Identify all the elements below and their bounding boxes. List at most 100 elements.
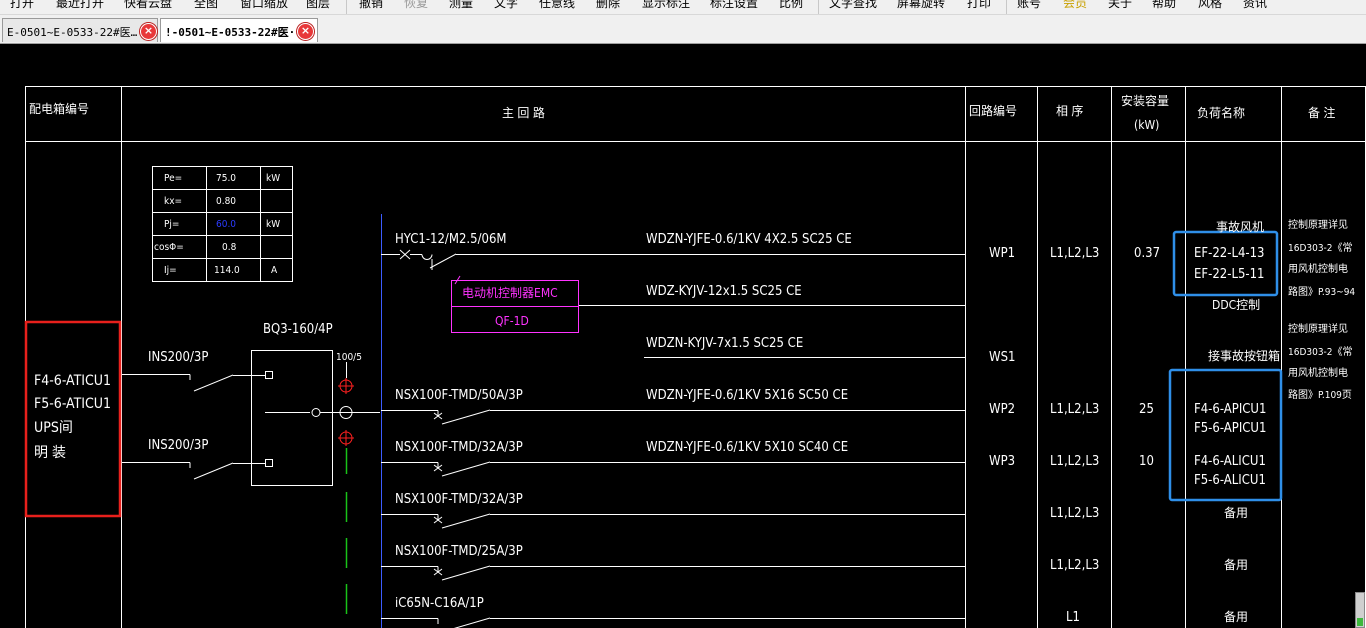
phase: L1,L2,L3 bbox=[1050, 402, 1100, 417]
phase: L1 bbox=[1066, 610, 1080, 625]
tab-drawing-1[interactable]: E-0501~E-0533-22#医… × bbox=[2, 18, 158, 42]
menu-item[interactable]: 快看云盘 bbox=[124, 0, 172, 11]
breaker-label: iC65N-C16A/1P bbox=[395, 596, 484, 611]
load-name: F4-6-ALICU1 bbox=[1194, 454, 1266, 469]
load-name: 备用 bbox=[1224, 506, 1249, 520]
tab-drawing-2[interactable]: !-0501~E-0533-22#医· × bbox=[160, 18, 318, 42]
param-label: Pe= bbox=[164, 173, 183, 184]
param-value: 0.80 bbox=[216, 196, 237, 207]
incoming-breaker-label: INS200/3P bbox=[148, 350, 209, 365]
phase: L1,L2,L3 bbox=[1050, 454, 1100, 469]
drawing-canvas[interactable]: 配电箱编号 主 回 路 回路编号 相 序 安装容量 (kW) 负荷名称 备 注 … bbox=[0, 44, 1366, 628]
header-phase: 相 序 bbox=[1056, 104, 1084, 118]
circuit-no: WP3 bbox=[989, 454, 1016, 469]
close-tab-icon[interactable]: × bbox=[297, 23, 314, 40]
phase: L1,L2,L3 bbox=[1050, 506, 1100, 521]
load-name: EF-22-L5-11 bbox=[1194, 267, 1265, 282]
load-name: 接事故按钮箱 bbox=[1208, 349, 1281, 363]
menu-item[interactable]: 关于 bbox=[1108, 0, 1132, 11]
ats-label: BQ3-160/4P bbox=[263, 322, 333, 337]
param-value: 75.0 bbox=[216, 173, 237, 184]
menu-item[interactable]: 资讯 bbox=[1243, 0, 1267, 11]
tab-bar: E-0501~E-0533-22#医… × !-0501~E-0533-22#医… bbox=[0, 15, 1366, 44]
load-name: 事故风机 bbox=[1216, 220, 1265, 234]
menu-item[interactable]: 打开 bbox=[10, 0, 34, 11]
menu-separator bbox=[818, 0, 819, 14]
ct-label: 100/5 bbox=[336, 352, 362, 363]
param-label: kx= bbox=[164, 196, 183, 207]
param-unit: kW bbox=[266, 173, 281, 184]
cable-spec: WDZN-YJFE-0.6/1KV 5X10 SC40 CE bbox=[646, 440, 849, 455]
menu-item[interactable]: 会员 bbox=[1063, 0, 1087, 11]
param-unit: A bbox=[271, 265, 278, 276]
cable-spec: WDZN-YJFE-0.6/1KV 4X2.5 SC25 CE bbox=[646, 232, 852, 247]
menu-item[interactable]: 打印 bbox=[967, 0, 991, 11]
breaker-label: NSX100F-TMD/25A/3P bbox=[395, 544, 523, 559]
header-panel-no: 配电箱编号 bbox=[29, 102, 90, 116]
incoming-breaker-label: INS200/3P bbox=[148, 438, 209, 453]
menu-separator bbox=[1006, 0, 1007, 14]
ats-box bbox=[251, 350, 333, 486]
menu-item[interactable]: 文字查找 bbox=[829, 0, 877, 11]
installed-power: 10 bbox=[1139, 454, 1154, 469]
cable-spec: WDZN-YJFE-0.6/1KV 5X16 SC50 CE bbox=[646, 388, 849, 403]
installed-power: 25 bbox=[1139, 402, 1154, 417]
menu-item[interactable]: 任意线 bbox=[539, 0, 575, 11]
param-label: Pj= bbox=[164, 219, 180, 230]
circuit-no: WP2 bbox=[989, 402, 1016, 417]
menu-item[interactable]: 删除 bbox=[596, 0, 620, 11]
breaker-label: NSX100F-TMD/32A/3P bbox=[395, 440, 523, 455]
menu-item[interactable]: 账号 bbox=[1017, 0, 1041, 11]
param-unit: kW bbox=[266, 219, 281, 230]
menu-item[interactable]: 显示标注 bbox=[642, 0, 690, 11]
phase: L1,L2,L3 bbox=[1050, 558, 1100, 573]
header-capacity-unit: (kW) bbox=[1134, 118, 1160, 132]
menu-item[interactable]: 比例 bbox=[779, 0, 803, 11]
menu-item[interactable]: 文字 bbox=[494, 0, 518, 11]
close-tab-icon[interactable]: × bbox=[140, 23, 157, 40]
menu-item[interactable]: 最近打开 bbox=[56, 0, 104, 11]
menu-item[interactable]: 帮助 bbox=[1152, 0, 1176, 11]
menu-item[interactable]: 图层 bbox=[306, 0, 330, 11]
load-name: 备用 bbox=[1224, 558, 1249, 572]
remark-line: 16D303-2《常 bbox=[1288, 243, 1353, 254]
load-name: F5-6-APICU1 bbox=[1194, 421, 1267, 436]
menu-item[interactable]: 恢复 bbox=[404, 0, 428, 11]
menu-separator bbox=[346, 0, 347, 14]
remark-line: 16D303-2《常 bbox=[1288, 347, 1353, 358]
menu-item[interactable]: 风格 bbox=[1198, 0, 1222, 11]
load-name: DDC控制 bbox=[1212, 298, 1261, 312]
scrollbar-thumb[interactable] bbox=[1355, 592, 1365, 628]
menu-item[interactable]: 屏幕旋转 bbox=[897, 0, 945, 11]
circuit-no: WS1 bbox=[989, 350, 1016, 365]
panel-id-line: F4-6-ATICU1 bbox=[34, 373, 112, 389]
remark-line: 控制原理详见 bbox=[1288, 324, 1348, 335]
menu-item[interactable]: 测量 bbox=[449, 0, 473, 11]
menu-item[interactable]: 标注设置 bbox=[710, 0, 758, 11]
remark-line: 用风机控制电 bbox=[1288, 368, 1348, 379]
circuit-no: WP1 bbox=[989, 246, 1016, 261]
header-capacity: 安装容量 bbox=[1121, 94, 1170, 108]
header-circuit-no: 回路编号 bbox=[969, 104, 1018, 118]
menu-item[interactable]: 全图 bbox=[194, 0, 218, 11]
panel-install: 明 装 bbox=[34, 445, 66, 461]
param-label: Ij= bbox=[164, 265, 177, 276]
menu-item[interactable]: 窗口缩放 bbox=[240, 0, 288, 11]
panel-id-line: F5-6-ATICU1 bbox=[34, 396, 112, 412]
header-remarks: 备 注 bbox=[1308, 106, 1336, 120]
tab-label: !-0501~E-0533-22#医· bbox=[165, 26, 296, 39]
emc-label: 电动机控制器EMC bbox=[462, 286, 558, 300]
breaker-label: NSX100F-TMD/50A/3P bbox=[395, 388, 523, 403]
emc-code: QF-1D bbox=[495, 314, 529, 328]
header-main-circuit: 主 回 路 bbox=[502, 106, 545, 120]
cable-spec: WDZN-KYJV-7x1.5 SC25 CE bbox=[646, 336, 804, 351]
load-name: EF-22-L4-13 bbox=[1194, 246, 1265, 261]
tab-label: E-0501~E-0533-22#医… bbox=[7, 26, 138, 39]
menu-bar: 打开 最近打开 快看云盘 全图 窗口缩放 图层 撤销 恢复 测量 文字 任意线 删除 显示标注 标注设置 比… bbox=[0, 0, 1366, 15]
panel-location: UPS间 bbox=[34, 420, 73, 436]
menu-item[interactable]: 撤销 bbox=[359, 0, 383, 11]
param-value: 60.0 bbox=[216, 219, 237, 230]
param-value: 114.0 bbox=[214, 265, 240, 276]
remark-line: 控制原理详见 bbox=[1288, 220, 1348, 231]
header-load-name: 负荷名称 bbox=[1197, 106, 1246, 120]
